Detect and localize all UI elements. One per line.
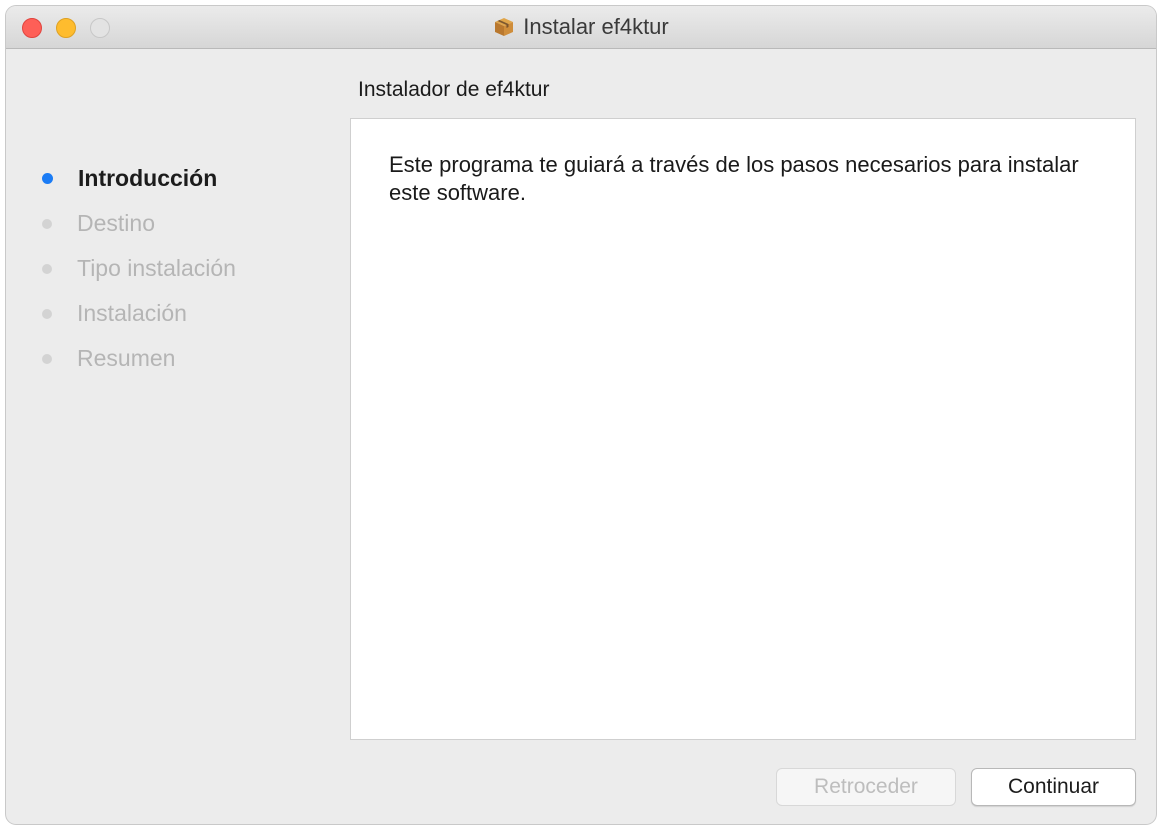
steps-sidebar: Introducción Destino Tipo instalación In… bbox=[42, 156, 236, 381]
step-dot-icon bbox=[42, 353, 52, 364]
active-step-dot-icon bbox=[42, 173, 53, 184]
step-dot-icon bbox=[42, 263, 52, 274]
step-tipo-instalacion: Tipo instalación bbox=[42, 246, 236, 291]
step-resumen: Resumen bbox=[42, 336, 236, 381]
continue-button[interactable]: Continuar bbox=[971, 768, 1136, 806]
package-icon bbox=[495, 18, 514, 36]
step-introduccion: Introducción bbox=[42, 156, 236, 201]
step-label: Introducción bbox=[78, 165, 218, 191]
step-dot-icon bbox=[42, 308, 52, 319]
title-bar[interactable]: Instalar ef4ktur bbox=[6, 6, 1156, 49]
step-label: Tipo instalación bbox=[77, 255, 236, 281]
installer-heading: Instalador de ef4ktur bbox=[358, 78, 550, 101]
content-panel: Este programa te guiará a través de los … bbox=[350, 118, 1136, 740]
step-instalacion: Instalación bbox=[42, 291, 236, 336]
back-button[interactable]: Retroceder bbox=[776, 768, 956, 806]
step-dot-icon bbox=[42, 218, 52, 229]
window-title-group: Instalar ef4ktur bbox=[6, 6, 1156, 48]
intro-text: Este programa te guiará a través de los … bbox=[389, 152, 1079, 205]
step-label: Destino bbox=[77, 210, 155, 236]
step-label: Instalación bbox=[77, 300, 187, 326]
installer-window: Instalar ef4ktur Instalador de ef4ktur I… bbox=[6, 6, 1156, 824]
step-destino: Destino bbox=[42, 201, 236, 246]
window-title: Instalar ef4ktur bbox=[523, 14, 669, 39]
step-label: Resumen bbox=[77, 345, 176, 371]
